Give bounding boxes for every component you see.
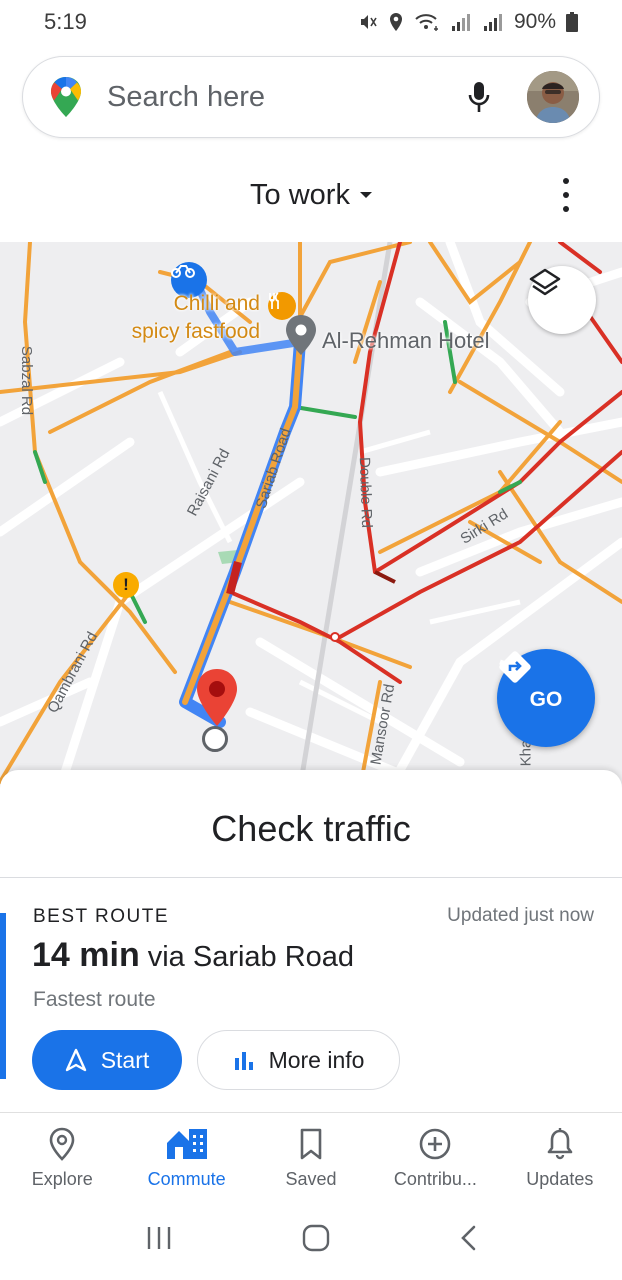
route-description: Fastest route <box>33 988 156 1011</box>
back-icon[interactable] <box>458 1224 478 1257</box>
divider <box>0 877 622 878</box>
add-circle-icon <box>420 1128 451 1160</box>
home-icon[interactable] <box>301 1223 331 1258</box>
layers-icon <box>529 268 561 296</box>
nav-label-saved: Saved <box>285 1169 337 1189</box>
battery-icon <box>566 12 578 32</box>
nav-label-contribute: Contribu... <box>393 1169 477 1189</box>
mic-icon[interactable] <box>459 77 499 117</box>
route-sheet[interactable]: Check traffic BEST ROUTE Updated just no… <box>0 770 622 1112</box>
nav-commute[interactable]: Commute <box>124 1113 248 1200</box>
avatar[interactable] <box>527 71 579 123</box>
status-icons: 90% <box>358 10 578 34</box>
road-label-sabzal: Sabzal Rd <box>18 345 36 416</box>
signal-icon-2 <box>482 12 504 32</box>
location-pin-icon <box>49 1127 75 1161</box>
nav-saved[interactable]: Saved <box>249 1113 373 1200</box>
hotel-label[interactable]: Al-Rehman Hotel <box>322 328 490 354</box>
bottom-nav: Explore Commute Saved Contribu... Update… <box>0 1112 622 1200</box>
bar-chart-icon <box>234 1052 253 1070</box>
more-info-label: More info <box>268 1046 365 1073</box>
commute-header: To work <box>0 160 622 230</box>
start-point-icon <box>202 726 228 752</box>
route-accent-bar <box>0 913 6 1079</box>
route-summary[interactable]: 14 min via Sariab Road <box>32 936 354 975</box>
more-info-button[interactable]: More info <box>197 1030 400 1090</box>
route-via: via Sariab Road <box>147 941 355 973</box>
route-duration: 14 min <box>32 936 140 974</box>
commute-icon <box>166 1129 207 1159</box>
bookmark-icon <box>300 1128 322 1160</box>
nav-updates[interactable]: Updates <box>498 1113 622 1200</box>
chevron-down-icon[interactable] <box>359 192 372 198</box>
search-input[interactable]: Search here <box>107 81 459 114</box>
best-route-label: BEST ROUTE <box>33 906 170 927</box>
search-bar[interactable]: Search here <box>22 56 600 138</box>
nav-explore[interactable]: Explore <box>0 1113 124 1200</box>
bell-icon <box>547 1128 573 1160</box>
mute-icon <box>358 12 378 32</box>
alert-icon[interactable]: ! <box>113 572 139 598</box>
start-label: Start <box>100 1046 150 1073</box>
location-icon <box>388 12 404 32</box>
nav-label-updates: Updates <box>526 1169 594 1189</box>
commute-destination-dropdown[interactable]: To work <box>250 179 350 212</box>
go-label: GO <box>529 688 563 711</box>
wifi-icon <box>414 12 440 32</box>
maps-logo-icon <box>51 77 81 117</box>
updated-timestamp: Updated just now <box>447 905 594 926</box>
start-button[interactable]: Start <box>32 1030 182 1090</box>
status-bar: 5:19 90% <box>0 0 622 44</box>
go-button[interactable]: GO <box>497 649 595 747</box>
signal-icon-1 <box>450 12 472 32</box>
layers-button[interactable] <box>528 266 596 334</box>
battery-percent: 90% <box>513 10 556 33</box>
poi-restaurant-line1: Chilli and <box>173 292 260 315</box>
recent-apps-icon[interactable] <box>144 1225 174 1256</box>
navigation-arrow-icon <box>65 1048 86 1072</box>
status-time: 5:19 <box>44 9 87 34</box>
road-label-double: Double Rd <box>355 456 376 529</box>
sheet-title: Check traffic <box>211 808 411 849</box>
more-options-icon[interactable] <box>554 178 578 212</box>
directions-icon <box>499 651 531 683</box>
nav-label-explore: Explore <box>31 1169 93 1189</box>
poi-restaurant-label[interactable]: Chilli and spicy fastfood <box>104 290 260 346</box>
map-view[interactable]: Sabzal Rd Raisani Rd Sariab Road Double … <box>0 242 622 788</box>
system-nav-bar <box>0 1200 622 1280</box>
nav-label-commute: Commute <box>147 1169 226 1189</box>
nav-contribute[interactable]: Contribu... <box>373 1113 497 1200</box>
poi-restaurant-line2: spicy fastfood <box>131 320 260 343</box>
